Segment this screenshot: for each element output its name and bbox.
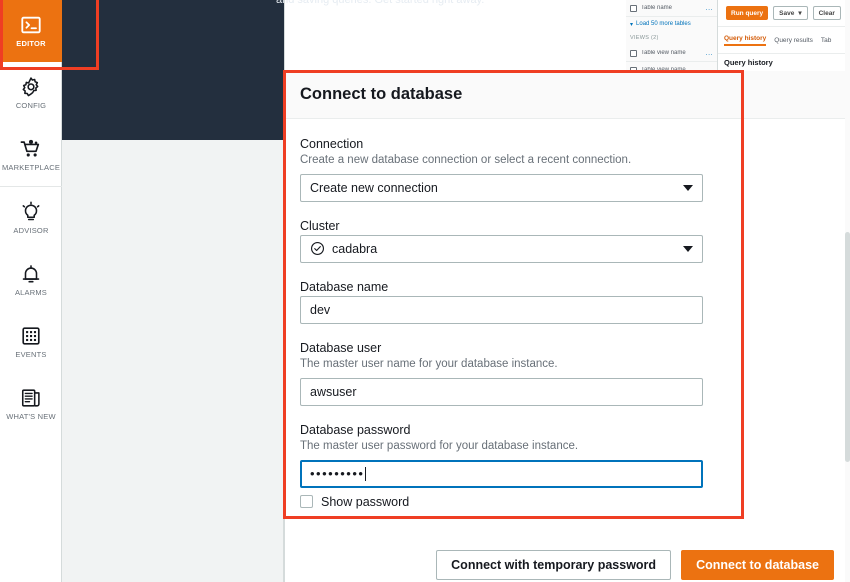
tree-row[interactable]: Table view name ...	[626, 45, 717, 62]
chevron-down-icon: ▾	[630, 21, 634, 28]
tree-row-label: Table view name	[641, 50, 686, 56]
sidebar-item-label: WHAT'S NEW	[6, 412, 56, 421]
sidebar-item-label: MARKETPLACE	[1, 163, 61, 172]
sidebar-item-label: EDITOR	[16, 39, 46, 48]
hero-banner	[62, 0, 284, 140]
row-menu-icon[interactable]: ...	[706, 50, 713, 57]
sidebar-item-whats-new[interactable]: WHAT'S NEW	[0, 373, 62, 435]
lightbulb-icon	[22, 201, 40, 221]
row-menu-icon[interactable]: ...	[706, 5, 713, 12]
database-user-input[interactable]: awsuser	[300, 377, 703, 406]
chevron-down-icon	[683, 245, 693, 252]
table-icon	[630, 4, 637, 12]
dialog-title: Connect to database	[300, 85, 463, 103]
background-left-panel	[62, 140, 284, 582]
tab-query-history[interactable]: Query history	[724, 35, 767, 46]
connect-to-database-dialog: Connect to database Connection Create a …	[284, 71, 850, 582]
database-user-description: The master user name for your database i…	[300, 357, 558, 370]
sidebar-item-events[interactable]: EVENTS	[0, 311, 62, 373]
load-more-tables-link[interactable]: ▾ Load 50 more tables	[626, 17, 717, 31]
tree-row[interactable]: Table name ...	[626, 0, 717, 17]
sidebar-item-alarms[interactable]: ALARMS	[0, 249, 62, 311]
connection-label: Connection	[300, 137, 364, 151]
database-name-input[interactable]: dev	[300, 295, 703, 324]
modal-left-edge	[284, 0, 285, 582]
connection-value: Create new connection	[310, 180, 438, 195]
news-icon	[21, 389, 40, 407]
database-name-value: dev	[310, 302, 331, 317]
load-more-label: Load 50 more tables	[636, 21, 691, 27]
sidebar-item-label: ADVISOR	[13, 226, 49, 235]
database-password-value: •••••••••	[310, 466, 365, 482]
cluster-select[interactable]: cadabra	[300, 234, 703, 263]
dialog-body: Connection Create a new database connect…	[284, 119, 850, 509]
sidebar-item-label: EVENTS	[15, 350, 47, 359]
left-nav-rail: EDITOR CONFIG MARKETPLACE ADVISOR ALARMS…	[0, 0, 62, 582]
dialog-header: Connect to database	[284, 71, 850, 119]
bell-icon	[22, 265, 40, 283]
database-user-value: awsuser	[310, 384, 357, 399]
chevron-down-icon	[683, 184, 693, 191]
tab-more[interactable]: Tab	[821, 37, 831, 44]
query-history-panel-title: Query history	[724, 58, 773, 67]
chevron-down-icon: ▾	[798, 10, 802, 17]
table-view-icon	[630, 49, 637, 57]
database-user-label: Database user	[300, 340, 382, 355]
cart-icon	[20, 139, 40, 157]
field-database-user: Database user The master user name for y…	[300, 341, 834, 406]
app-root: and saving queries. Get started right aw…	[0, 0, 850, 582]
tab-query-results[interactable]: Query results	[774, 37, 813, 44]
page-scrollbar-thumb[interactable]	[845, 232, 850, 462]
hero-banner-text: and saving queries. Get started right aw…	[276, 0, 485, 6]
show-password-label: Show password	[321, 494, 410, 509]
dialog-footer: Connect with temporary password Connect …	[284, 535, 850, 582]
sidebar-item-editor[interactable]: EDITOR	[0, 0, 62, 62]
sidebar-item-config[interactable]: CONFIG	[0, 62, 62, 124]
sidebar-item-label: CONFIG	[15, 101, 47, 110]
field-connection: Connection Create a new database connect…	[300, 137, 834, 202]
check-circle-icon	[311, 242, 324, 256]
save-label: Save	[779, 9, 795, 17]
field-database-name: Database name dev	[300, 280, 834, 324]
tree-row-label: Table name	[641, 5, 673, 11]
query-toolbar: Run query Save ▾ Clear	[722, 0, 850, 26]
cluster-label: Cluster	[300, 218, 340, 233]
sidebar-item-marketplace[interactable]: MARKETPLACE	[0, 124, 62, 186]
field-cluster: Cluster cadabra	[300, 219, 834, 263]
show-password-row[interactable]: Show password	[300, 495, 834, 509]
save-query-button[interactable]: Save ▾	[773, 6, 808, 20]
run-query-button[interactable]: Run query	[726, 6, 769, 20]
database-name-label: Database name	[300, 279, 389, 294]
views-section-caption: VIEWS (2)	[630, 35, 659, 41]
cluster-value: cadabra	[332, 241, 378, 256]
sidebar-item-label: ALARMS	[14, 288, 48, 297]
database-tree-panel[interactable]: Table name ... ▾ Load 50 more tables VIE…	[626, 0, 718, 78]
toolbar-divider	[718, 26, 850, 27]
database-password-description: The master user password for your databa…	[300, 439, 579, 452]
field-database-password: Database password The master user passwo…	[300, 423, 834, 509]
database-password-input[interactable]: •••••••••	[300, 459, 703, 488]
connection-description: Create a new database connection or sele…	[300, 154, 632, 166]
clear-query-button[interactable]: Clear	[812, 6, 841, 20]
sidebar-item-advisor[interactable]: ADVISOR	[0, 187, 62, 249]
terminal-icon	[21, 16, 41, 34]
show-password-checkbox[interactable]	[300, 495, 313, 509]
connect-with-temporary-password-button[interactable]: Connect with temporary password	[436, 550, 672, 580]
gear-icon	[22, 77, 39, 97]
query-tabs: Query history Query results Tab	[718, 28, 850, 54]
database-password-label: Database password	[300, 422, 411, 437]
grid-icon	[22, 327, 40, 345]
text-cursor	[365, 466, 367, 481]
connect-to-database-button[interactable]: Connect to database	[681, 550, 834, 580]
connection-select[interactable]: Create new connection	[300, 173, 703, 202]
